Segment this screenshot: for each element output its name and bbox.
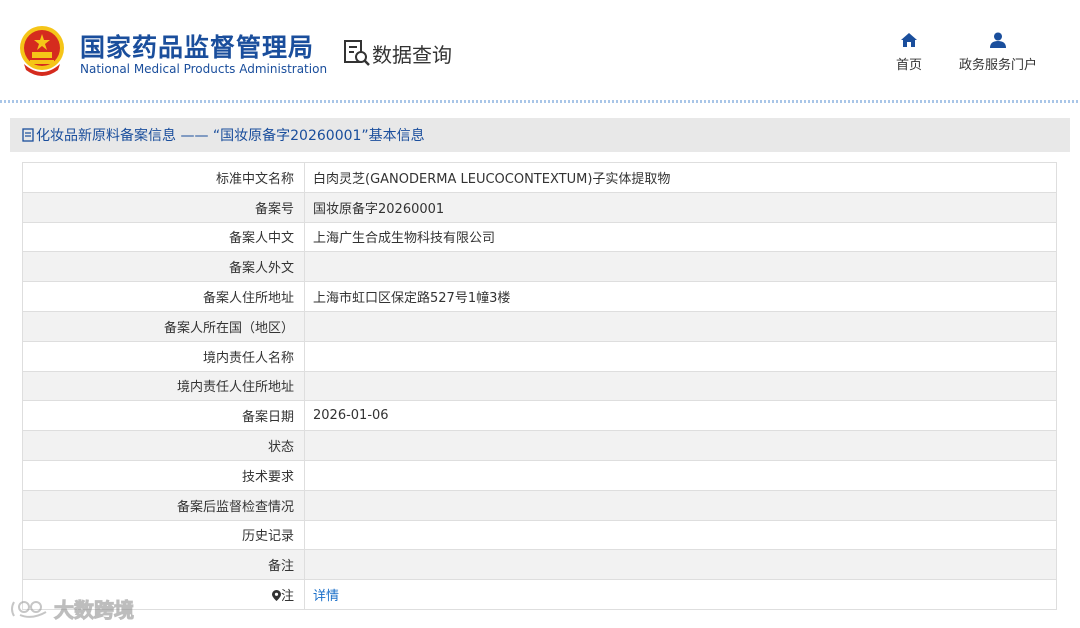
table-row: 历史记录 (22, 519, 1057, 551)
home-icon (901, 33, 917, 47)
table-row: 备案后监督检查情况 (22, 489, 1057, 521)
user-icon (990, 32, 1006, 48)
table-row: 境内责任人住所地址 (22, 370, 1057, 402)
table-row: 境内责任人名称 (22, 340, 1057, 372)
row-label: 历史记录 (22, 519, 305, 551)
table-row: 备案人所在国（地区） (22, 310, 1057, 342)
note-label: 注 (280, 589, 294, 605)
row-label: 备案日期 (22, 400, 305, 432)
table-row-note: 注 详情 (22, 579, 1057, 610)
watermark: 大数跨境 (8, 594, 135, 623)
row-label: 备案人所在国（地区） (22, 310, 305, 342)
nav-home-link[interactable]: 首页 (893, 32, 925, 73)
national-emblem-icon (20, 26, 64, 76)
data-query-label: 数据查询 (372, 42, 452, 67)
row-label: 技术要求 (22, 459, 305, 491)
row-label: 状态 (22, 430, 305, 461)
row-label: 备注 (22, 549, 305, 581)
row-value (304, 459, 1057, 491)
watermark-text: 大数跨境 (54, 598, 135, 623)
document-search-icon (344, 40, 370, 66)
nav-portal-link[interactable]: 政务服务门户 (956, 32, 1040, 73)
table-row: 备案人住所地址 上海市虹口区保定路527号1幢3楼 (22, 281, 1057, 312)
page-header: 国家药品监督管理局 National Medical Products Admi… (0, 0, 1080, 103)
row-value (304, 549, 1057, 581)
details-link[interactable]: 详情 (313, 589, 339, 604)
row-value (304, 251, 1057, 283)
row-value (304, 370, 1057, 402)
table-row: 备案人中文 上海广生合成生物科技有限公司 (22, 221, 1057, 253)
row-value: 2026-01-06 (304, 400, 1057, 432)
row-label: 备案号 (22, 191, 305, 223)
row-value (304, 310, 1057, 342)
row-label: 备案人住所地址 (22, 281, 305, 312)
record-info-table: 标准中文名称 白肉灵芝(GANODERMA LEUCOCONTEXTUM)子实体… (22, 162, 1057, 610)
row-value (304, 519, 1057, 551)
row-value (304, 340, 1057, 372)
org-name-en: National Medical Products Administration (80, 62, 328, 76)
watermark-logo-icon (11, 600, 47, 618)
note-value-cell: 详情 (304, 579, 1057, 610)
nav-portal-label: 政务服务门户 (958, 58, 1037, 73)
row-label: 备案人外文 (22, 251, 305, 283)
table-row: 状态 (22, 430, 1057, 461)
section-title: 化妆品新原料备案信息 —— “国妆原备字20260001”基本信息 (36, 128, 425, 144)
row-label: 标准中文名称 (22, 162, 305, 193)
table-row: 标准中文名称 白肉灵芝(GANODERMA LEUCOCONTEXTUM)子实体… (22, 162, 1057, 193)
document-icon (22, 128, 34, 142)
nav-home-label: 首页 (895, 58, 922, 73)
row-label: 备案人中文 (22, 221, 305, 253)
table-row: 备案日期 2026-01-06 (22, 400, 1057, 432)
table-row: 备案号 国妆原备字20260001 (22, 191, 1057, 223)
row-value: 上海市虹口区保定路527号1幢3楼 (304, 281, 1057, 312)
location-pin-icon (271, 590, 281, 602)
data-query-heading: 数据查询 (343, 38, 452, 68)
row-value (304, 489, 1057, 521)
header-divider (0, 100, 1080, 103)
row-label: 境内责任人住所地址 (22, 370, 305, 402)
row-value (304, 430, 1057, 461)
row-label: 境内责任人名称 (22, 340, 305, 372)
section-title-bar: 化妆品新原料备案信息 —— “国妆原备字20260001”基本信息 (10, 118, 1070, 152)
row-value: 上海广生合成生物科技有限公司 (304, 221, 1057, 253)
row-value: 国妆原备字20260001 (304, 191, 1057, 223)
row-label: 备案后监督检查情况 (22, 489, 305, 521)
table-row: 备注 (22, 549, 1057, 581)
row-value: 白肉灵芝(GANODERMA LEUCOCONTEXTUM)子实体提取物 (304, 162, 1057, 193)
table-row: 技术要求 (22, 459, 1057, 491)
table-row: 备案人外文 (22, 251, 1057, 283)
org-name-cn: 国家药品监督管理局 (80, 33, 315, 62)
